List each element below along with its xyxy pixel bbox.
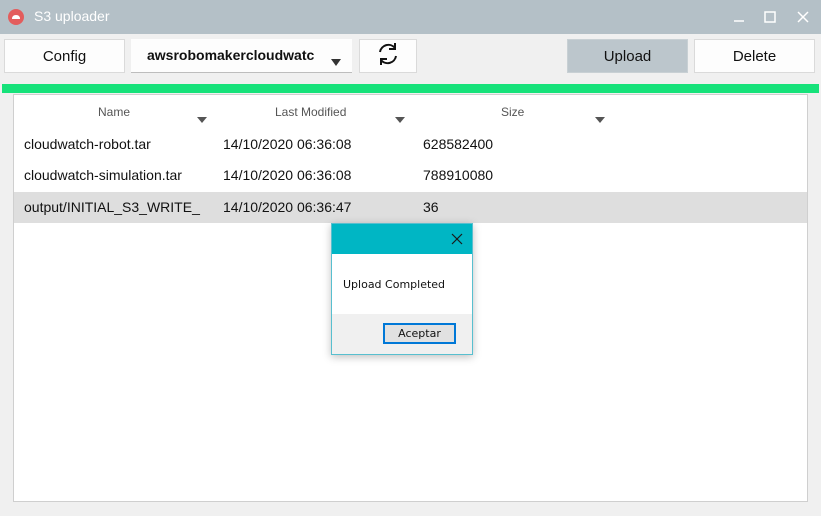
upload-progress-bar xyxy=(2,84,819,93)
dialog-message: Upload Completed xyxy=(343,278,446,291)
table-row[interactable]: cloudwatch-simulation.tar 14/10/2020 06:… xyxy=(14,160,807,191)
file-last-modified: 14/10/2020 06:36:08 xyxy=(223,136,352,152)
sort-arrow-icon[interactable] xyxy=(197,109,207,128)
bucket-select-value: awsrobomakercloudwatch xyxy=(147,47,315,63)
refresh-icon xyxy=(375,41,401,71)
file-name: output/INITIAL_S3_WRITE_ xyxy=(24,199,200,215)
toolbar: Config awsrobomakercloudwatch Upload Del… xyxy=(0,34,821,84)
title-bar: S3 uploader xyxy=(0,0,821,34)
delete-button[interactable]: Delete xyxy=(694,39,815,73)
upload-completed-dialog: Upload Completed Aceptar xyxy=(331,223,473,355)
close-icon[interactable] xyxy=(449,231,465,247)
window-title: S3 uploader xyxy=(34,8,110,24)
upload-progress-fill xyxy=(2,84,819,93)
upload-button[interactable]: Upload xyxy=(567,39,688,73)
file-last-modified: 14/10/2020 06:36:47 xyxy=(223,199,352,215)
bucket-select[interactable]: awsrobomakercloudwatch xyxy=(131,39,352,73)
refresh-button[interactable] xyxy=(359,39,417,73)
file-size: 628582400 xyxy=(423,136,494,152)
sort-arrow-icon[interactable] xyxy=(395,109,405,128)
file-size: 36 xyxy=(423,199,439,215)
table-header: Name Last Modified Size xyxy=(14,95,807,129)
file-name: cloudwatch-robot.tar xyxy=(24,136,151,152)
column-header-last-modified[interactable]: Last Modified xyxy=(275,105,346,119)
file-name: cloudwatch-simulation.tar xyxy=(24,167,182,183)
sort-arrow-icon[interactable] xyxy=(595,109,605,128)
accept-button[interactable]: Aceptar xyxy=(383,323,456,344)
file-size: 788910080 xyxy=(423,167,494,183)
config-button[interactable]: Config xyxy=(4,39,125,73)
column-header-name[interactable]: Name xyxy=(98,105,130,119)
table-row[interactable]: cloudwatch-robot.tar 14/10/2020 06:36:08… xyxy=(14,129,807,160)
app-icon xyxy=(8,9,24,25)
dialog-title-bar xyxy=(332,224,472,254)
column-header-size[interactable]: Size xyxy=(501,105,524,119)
minimize-icon[interactable] xyxy=(729,7,749,27)
table-row[interactable]: output/INITIAL_S3_WRITE_ 14/10/2020 06:3… xyxy=(14,192,807,223)
dialog-body: Upload Completed xyxy=(332,254,472,314)
file-last-modified: 14/10/2020 06:36:08 xyxy=(223,167,352,183)
chevron-down-icon[interactable] xyxy=(331,52,341,71)
close-icon[interactable] xyxy=(793,7,813,27)
maximize-icon[interactable] xyxy=(760,7,780,27)
